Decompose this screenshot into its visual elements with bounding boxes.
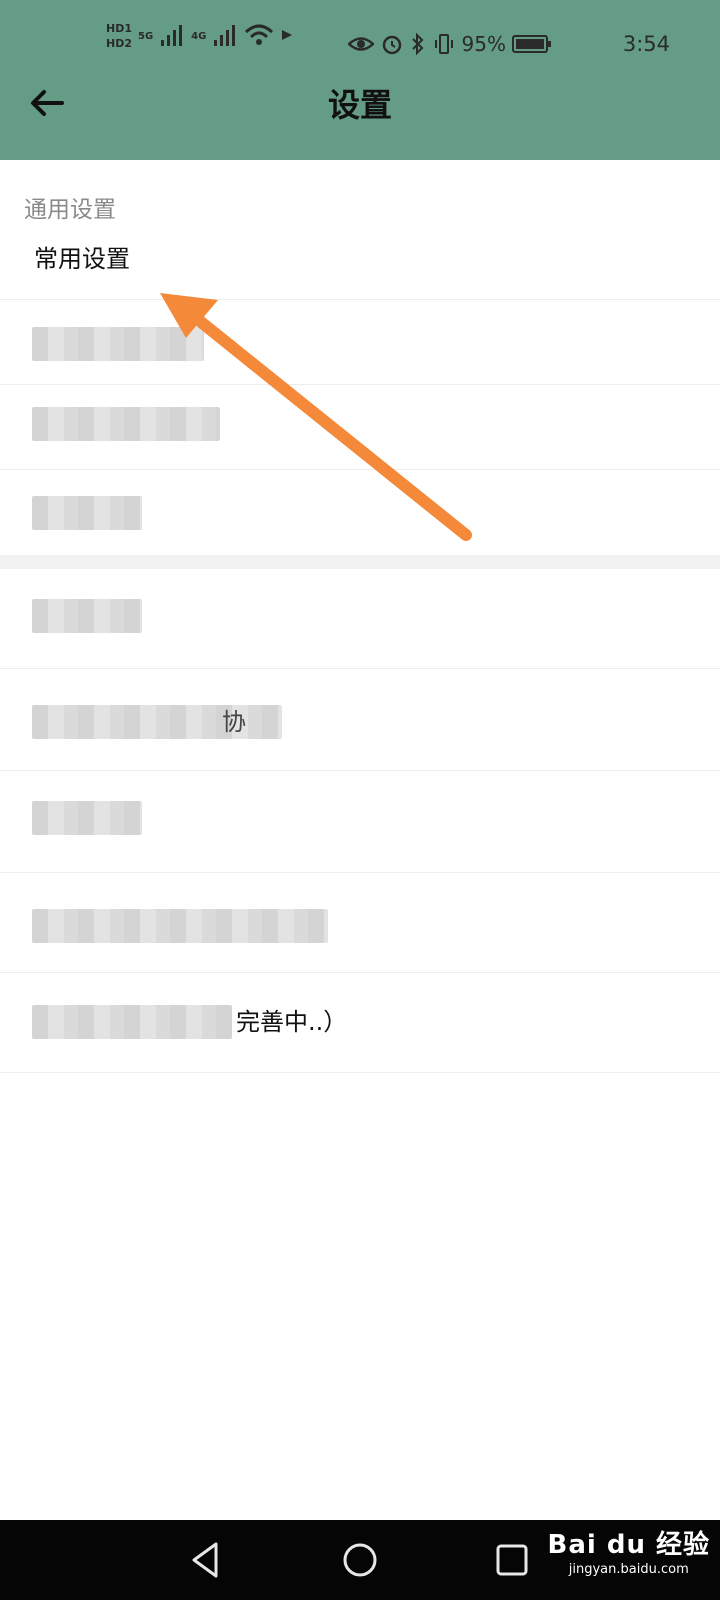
blurred-label	[32, 327, 204, 361]
blurred-label	[32, 599, 142, 633]
square-recents-icon	[496, 1544, 528, 1576]
triangle-back-icon	[192, 1542, 218, 1578]
status-right: 95%	[347, 28, 552, 60]
settings-item[interactable]	[0, 385, 720, 470]
settings-item-common[interactable]: 常用设置	[0, 220, 720, 300]
hd-indicators: HD1 HD2	[106, 22, 132, 50]
blurred-label	[32, 496, 142, 530]
settings-item-label: 常用设置	[34, 245, 130, 273]
page-title: 设置	[327, 86, 392, 124]
nav-recents-button[interactable]	[490, 1538, 534, 1582]
nav-home-button[interactable]	[338, 1538, 382, 1582]
settings-item[interactable]	[0, 873, 720, 973]
settings-item[interactable]: 完善中..）	[0, 973, 720, 1073]
signal-icon	[214, 25, 236, 46]
watermark-main: Bai du 经验	[547, 1530, 710, 1560]
battery-percent: 95%	[461, 32, 506, 56]
blurred-label	[32, 909, 328, 943]
hd1-badge: HD1	[106, 22, 132, 35]
vibrate-icon	[434, 34, 453, 54]
settings-item[interactable]	[0, 470, 720, 555]
status-bar: HD1 HD2 5G 4G 95% 3:54	[0, 0, 720, 90]
battery-icon	[512, 35, 551, 53]
system-nav-bar: Bai du 经验 jingyan.baidu.com	[0, 1520, 720, 1600]
section-title: 通用设置	[24, 197, 116, 223]
status-time: 3:54	[622, 32, 670, 56]
blurred-label	[32, 801, 142, 835]
partial-text: 协	[222, 708, 246, 736]
section-divider	[0, 555, 720, 569]
watermark-sub: jingyan.baidu.com	[568, 1562, 689, 1577]
bluetooth-icon	[411, 32, 423, 56]
blurred-label	[32, 407, 220, 441]
network-5g-label: 5G	[138, 31, 154, 42]
settings-item[interactable]	[0, 300, 720, 385]
settings-item[interactable]	[0, 569, 720, 669]
wifi-icon	[245, 24, 274, 45]
play-icon	[282, 30, 293, 40]
circle-home-icon	[343, 1543, 377, 1577]
partial-text: 完善中..）	[236, 1008, 348, 1036]
signal-icon	[161, 25, 183, 46]
settings-item[interactable]	[0, 771, 720, 873]
app-header: HD1 HD2 5G 4G 95% 3:54 设置	[0, 0, 720, 160]
network-4g-label: 4G	[191, 31, 207, 42]
baidu-watermark: Bai du 经验 jingyan.baidu.com	[548, 1528, 711, 1578]
blurred-label	[32, 1005, 232, 1039]
settings-item[interactable]: 协	[0, 669, 720, 771]
eye-icon	[347, 37, 374, 51]
nav-back-button[interactable]	[184, 1538, 228, 1582]
hd2-badge: HD2	[106, 37, 132, 50]
alarm-icon	[382, 35, 401, 55]
status-left: HD1 HD2 5G 4G	[106, 22, 294, 50]
